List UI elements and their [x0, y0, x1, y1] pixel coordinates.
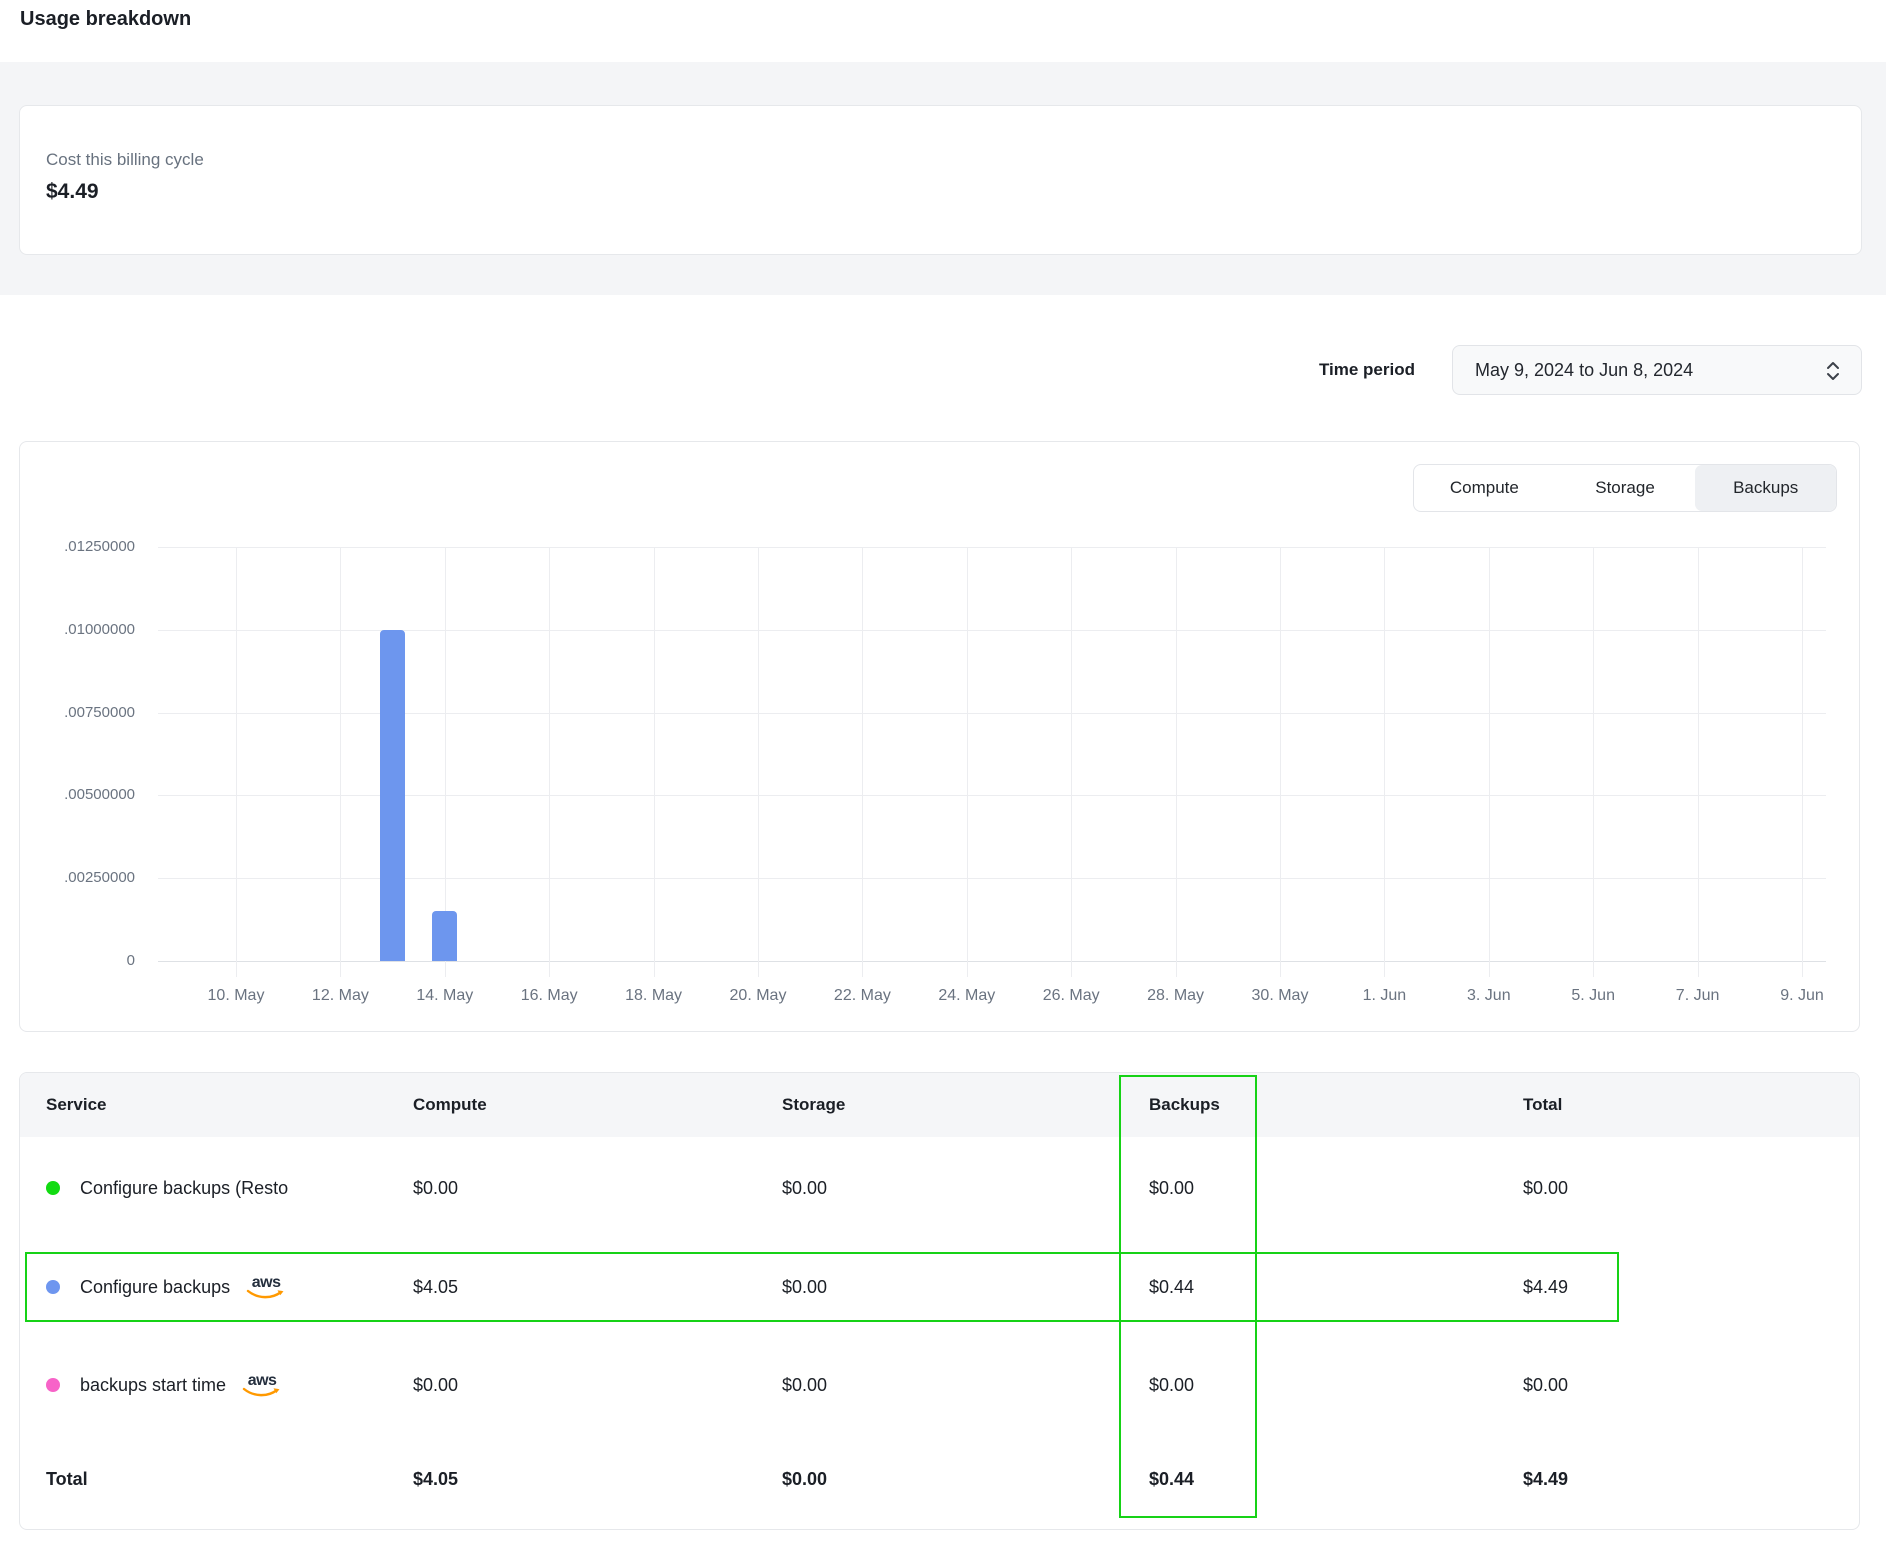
usage-bar-13-may: [380, 630, 405, 961]
gridline-vertical: [1071, 547, 1072, 977]
x-axis-tick-label: 14. May: [390, 987, 500, 1005]
chart-metric-tabs: Compute Storage Backups: [1413, 464, 1837, 512]
gridline-vertical: [340, 547, 341, 977]
x-axis-tick-label: 26. May: [1016, 987, 1126, 1005]
x-axis-tick-label: 5. Jun: [1538, 987, 1648, 1005]
x-axis-tick-label: 12. May: [285, 987, 395, 1005]
gridline-horizontal: [158, 547, 1826, 548]
column-header-service: Service: [46, 1073, 107, 1137]
gridline-vertical: [549, 547, 550, 977]
table-row-configure-backups-resto: Configure backups (Resto $0.00 $0.00 $0.00 $…: [20, 1163, 1859, 1213]
x-axis-tick-label: 1. Jun: [1329, 987, 1439, 1005]
billing-cycle-cost-card: Cost this billing cycle $4.49: [19, 105, 1862, 255]
column-header-total: Total: [1523, 1073, 1562, 1137]
x-axis-tick-label: 7. Jun: [1643, 987, 1753, 1005]
service-color-dot-icon: [46, 1181, 60, 1195]
usage-bar-14-may: [432, 911, 457, 961]
tab-backups[interactable]: Backups: [1695, 465, 1836, 511]
service-name: backups start time: [80, 1375, 226, 1396]
service-color-dot-icon: [46, 1280, 60, 1294]
table-total-row: Total $4.05 $0.00 $0.44 $4.49: [20, 1454, 1859, 1504]
tab-compute[interactable]: Compute: [1414, 465, 1555, 511]
total-backups-value: $0.44: [1149, 1454, 1194, 1504]
total-total-value: $4.49: [1523, 1454, 1568, 1504]
time-period-value: May 9, 2024 to Jun 8, 2024: [1475, 360, 1693, 381]
tab-storage[interactable]: Storage: [1555, 465, 1696, 511]
usage-table: Service Compute Storage Backups Total Co…: [19, 1072, 1860, 1530]
time-period-select[interactable]: May 9, 2024 to Jun 8, 2024: [1452, 345, 1862, 395]
x-axis-tick-label: 3. Jun: [1434, 987, 1544, 1005]
x-axis-tick-label: 9. Jun: [1747, 987, 1857, 1005]
gridline-vertical: [1176, 547, 1177, 977]
chevron-up-down-icon: [1825, 360, 1841, 387]
gridline-horizontal: [158, 795, 1826, 796]
x-axis-tick-label: 30. May: [1225, 987, 1335, 1005]
service-cell: Configure backups aws: [46, 1262, 286, 1312]
x-axis-tick-label: 18. May: [599, 987, 709, 1005]
total-value: $4.49: [1523, 1262, 1568, 1312]
summary-section: Cost this billing cycle $4.49: [0, 62, 1886, 295]
compute-value: $0.00: [413, 1360, 458, 1410]
column-header-compute: Compute: [413, 1073, 487, 1137]
aws-icon: aws: [246, 1275, 286, 1300]
x-axis-tick-label: 24. May: [912, 987, 1022, 1005]
service-cell: backups start time aws: [46, 1360, 282, 1410]
compute-value: $0.00: [413, 1163, 458, 1213]
total-value: $0.00: [1523, 1360, 1568, 1410]
gridline-vertical: [1280, 547, 1281, 977]
storage-value: $0.00: [782, 1360, 827, 1410]
usage-breakdown-page: Usage breakdown Cost this billing cycle …: [0, 0, 1886, 1548]
x-axis-tick-label: 22. May: [807, 987, 917, 1005]
table-header-row: Service Compute Storage Backups Total: [20, 1073, 1859, 1137]
total-label: Total: [46, 1454, 88, 1504]
x-axis-line: [158, 961, 1826, 962]
service-color-dot-icon: [46, 1378, 60, 1392]
storage-value: $0.00: [782, 1262, 827, 1312]
page-title: Usage breakdown: [20, 8, 191, 31]
gridline-vertical: [654, 547, 655, 977]
x-axis-tick-label: 16. May: [494, 987, 604, 1005]
total-storage-value: $0.00: [782, 1454, 827, 1504]
y-axis-tick-label: .00500000: [39, 786, 135, 803]
x-axis-tick-label: 28. May: [1121, 987, 1231, 1005]
billing-cycle-cost-value: $4.49: [46, 180, 99, 204]
total-value: $0.00: [1523, 1163, 1568, 1213]
service-cell: Configure backups (Resto: [46, 1163, 288, 1213]
gridline-vertical: [236, 547, 237, 977]
gridline-horizontal: [158, 630, 1826, 631]
gridline-horizontal: [158, 713, 1826, 714]
storage-value: $0.00: [782, 1163, 827, 1213]
service-name: Configure backups (Resto: [80, 1178, 288, 1199]
gridline-vertical: [1384, 547, 1385, 977]
table-row-configure-backups: Configure backups aws $4.05 $0.00 $0.44 $4.4…: [20, 1262, 1859, 1312]
table-row-backups-start-time: backups start time aws $0.00 $0.00 $0.00 $0.…: [20, 1360, 1859, 1410]
usage-chart-panel: Compute Storage Backups .01250000 .010000…: [19, 441, 1860, 1032]
compute-value: $4.05: [413, 1262, 458, 1312]
y-axis-tick-label: 0: [39, 952, 135, 969]
gridline-vertical: [967, 547, 968, 977]
total-compute-value: $4.05: [413, 1454, 458, 1504]
x-axis-tick-label: 20. May: [703, 987, 813, 1005]
column-header-backups: Backups: [1149, 1073, 1220, 1137]
backups-value: $0.00: [1149, 1360, 1194, 1410]
gridline-vertical: [1593, 547, 1594, 977]
gridline-vertical: [862, 547, 863, 977]
column-header-storage: Storage: [782, 1073, 845, 1137]
billing-cycle-cost-label: Cost this billing cycle: [46, 150, 204, 170]
gridline-vertical: [1802, 547, 1803, 977]
gridline-vertical: [758, 547, 759, 977]
aws-icon: aws: [242, 1373, 282, 1398]
gridline-horizontal: [158, 878, 1826, 879]
time-period-label: Time period: [1186, 360, 1415, 380]
backups-value: $0.44: [1149, 1262, 1194, 1312]
y-axis-tick-label: .00750000: [39, 704, 135, 721]
x-axis-tick-label: 10. May: [181, 987, 291, 1005]
y-axis-tick-label: .00250000: [39, 869, 135, 886]
y-axis-tick-label: .01000000: [39, 621, 135, 638]
gridline-vertical: [1698, 547, 1699, 977]
gridline-vertical: [1489, 547, 1490, 977]
y-axis-tick-label: .01250000: [39, 538, 135, 555]
service-name: Configure backups: [80, 1277, 230, 1298]
backups-value: $0.00: [1149, 1163, 1194, 1213]
